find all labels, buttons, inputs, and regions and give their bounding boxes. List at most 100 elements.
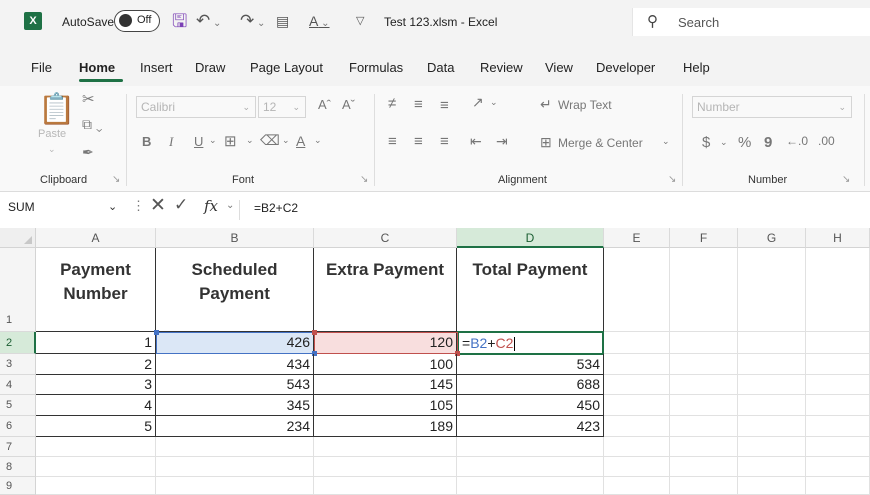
cell-h9[interactable] (806, 477, 870, 495)
cell-a9[interactable] (36, 477, 156, 495)
cell-d4[interactable]: 688 (457, 375, 604, 395)
row-header-8[interactable]: 8 (0, 457, 36, 477)
font-size-select[interactable]: 12 ⌄ (258, 96, 306, 118)
cell-a8[interactable] (36, 457, 156, 477)
merge-center-button[interactable]: Merge & Center (558, 136, 643, 150)
cell-g6[interactable] (738, 416, 806, 437)
currency-dropdown-icon[interactable]: ⌄ (720, 137, 728, 148)
cell-d6[interactable]: 423 (457, 416, 604, 437)
align-top-icon[interactable]: ≠ (388, 95, 396, 112)
cell-d3[interactable]: 534 (457, 354, 604, 375)
formula-input[interactable]: =B2+C2 (254, 201, 298, 215)
cell-d8[interactable] (457, 457, 604, 477)
row-header-1[interactable]: 1 (0, 248, 36, 332)
cell-h4[interactable] (806, 375, 870, 395)
underline-dropdown-icon[interactable]: ⌄ (209, 135, 217, 146)
cell-g8[interactable] (738, 457, 806, 477)
more-options-icon[interactable]: ⋮ (132, 198, 145, 214)
cell-h8[interactable] (806, 457, 870, 477)
cell-c7[interactable] (314, 437, 457, 457)
tab-developer[interactable]: Developer (596, 60, 655, 75)
cell-e5[interactable] (604, 395, 670, 416)
column-header-c[interactable]: C (314, 228, 457, 248)
cell-e9[interactable] (604, 477, 670, 495)
number-format-select[interactable]: Number ⌄ (692, 96, 852, 118)
cell-a2[interactable]: 1 (36, 332, 156, 354)
italic-button[interactable]: I (169, 134, 173, 150)
cell-e7[interactable] (604, 437, 670, 457)
cell-f3[interactable] (670, 354, 738, 375)
bold-button[interactable]: B (142, 134, 151, 149)
cell-c4[interactable]: 145 (314, 375, 457, 395)
borders-icon[interactable]: ⊞ (224, 132, 237, 150)
cell-f9[interactable] (670, 477, 738, 495)
header-payment-number[interactable]: Payment Number (36, 248, 156, 332)
select-all-button[interactable] (0, 228, 36, 248)
reference-handle[interactable] (312, 330, 317, 335)
orientation-dropdown-icon[interactable]: ⌄ (490, 97, 498, 108)
tab-file[interactable]: File (31, 60, 52, 75)
fill-color-icon[interactable]: ⌫ (260, 132, 280, 149)
cell-g2[interactable] (738, 332, 806, 354)
align-left-icon[interactable]: ≡ (388, 133, 397, 150)
cell-a7[interactable] (36, 437, 156, 457)
copy-icon[interactable]: ⧉ ⌄ (82, 116, 103, 133)
column-header-h[interactable]: H (806, 228, 870, 248)
cell-h3[interactable] (806, 354, 870, 375)
cell-d7[interactable] (457, 437, 604, 457)
tab-page-layout[interactable]: Page Layout (250, 60, 323, 75)
tab-data[interactable]: Data (427, 60, 454, 75)
cut-icon[interactable]: ✂ (82, 90, 95, 108)
font-color-button[interactable]: A (296, 133, 305, 149)
font-name-select[interactable]: Calibri ⌄ (136, 96, 256, 118)
align-middle-icon[interactable]: ≡ (414, 96, 423, 113)
tab-draw[interactable]: Draw (195, 60, 225, 75)
column-header-g[interactable]: G (738, 228, 806, 248)
cell-a3[interactable]: 2 (36, 354, 156, 375)
merge-dropdown-icon[interactable]: ⌄ (662, 136, 670, 147)
wrap-text-icon[interactable]: ↵ (540, 96, 552, 113)
row-header-4[interactable]: 4 (0, 375, 36, 395)
cell-a6[interactable]: 5 (36, 416, 156, 437)
cell-b5[interactable]: 345 (156, 395, 314, 416)
cell-e2[interactable] (604, 332, 670, 354)
cell-a5[interactable]: 4 (36, 395, 156, 416)
tab-view[interactable]: View (545, 60, 573, 75)
cell-b7[interactable] (156, 437, 314, 457)
cell-h6[interactable] (806, 416, 870, 437)
cell-f6[interactable] (670, 416, 738, 437)
clipboard-launcher-icon[interactable]: ↘ (112, 174, 120, 185)
cell-g9[interactable] (738, 477, 806, 495)
wrap-text-button[interactable]: Wrap Text (558, 98, 612, 112)
row-header-5[interactable]: 5 (0, 395, 36, 416)
align-right-icon[interactable]: ≡ (440, 133, 449, 150)
cell-h5[interactable] (806, 395, 870, 416)
cell-f2[interactable] (670, 332, 738, 354)
row-header-7[interactable]: 7 (0, 437, 36, 457)
decrease-indent-icon[interactable]: ⇤ (470, 133, 482, 150)
cell-e3[interactable] (604, 354, 670, 375)
enter-icon[interactable]: ✓ (174, 195, 188, 215)
cell-h2[interactable] (806, 332, 870, 354)
header-extra-payment[interactable]: Extra Payment (314, 248, 457, 332)
cell-f8[interactable] (670, 457, 738, 477)
row-header-2[interactable]: 2 (0, 332, 36, 354)
cell-g4[interactable] (738, 375, 806, 395)
function-dropdown-icon[interactable]: ⌄ (226, 200, 234, 211)
tab-insert[interactable]: Insert (140, 60, 173, 75)
increase-font-size-icon[interactable]: Aˆ (318, 97, 331, 112)
font-launcher-icon[interactable]: ↘ (360, 174, 368, 185)
increase-decimal-icon[interactable]: ←.0 (786, 134, 808, 148)
name-box[interactable]: SUM (8, 200, 35, 214)
align-center-icon[interactable]: ≡ (414, 133, 423, 150)
fill-color-dropdown-icon[interactable]: ⌄ (282, 135, 290, 146)
insert-function-icon[interactable]: fx (204, 197, 218, 215)
cell-e6[interactable] (604, 416, 670, 437)
header-total-payment[interactable]: Total Payment (457, 248, 604, 332)
cell-b4[interactable]: 543 (156, 375, 314, 395)
comma-style-button[interactable]: 9 (764, 134, 772, 151)
cell-a4[interactable]: 3 (36, 375, 156, 395)
cell-c9[interactable] (314, 477, 457, 495)
cell-g1[interactable] (738, 248, 806, 332)
cell-e4[interactable] (604, 375, 670, 395)
